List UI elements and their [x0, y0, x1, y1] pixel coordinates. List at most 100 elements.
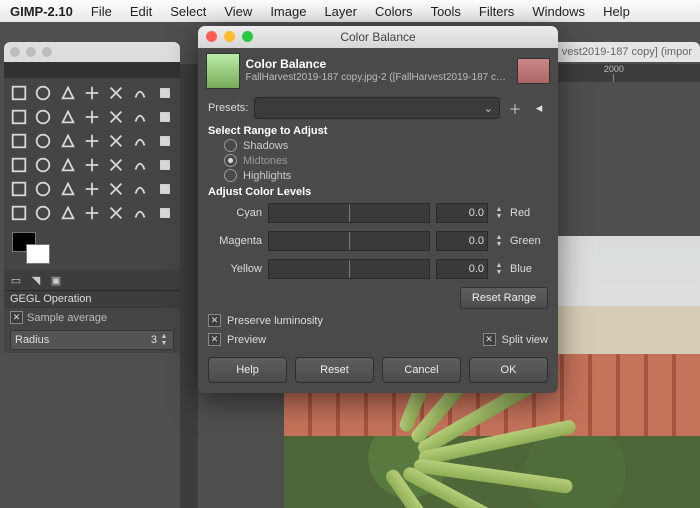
slider-yellow-left: Yellow [208, 263, 262, 275]
tool-rect-select[interactable] [8, 82, 30, 104]
menu-filters[interactable]: Filters [479, 4, 514, 19]
menu-colors[interactable]: Colors [375, 4, 413, 19]
tool-rotate[interactable] [81, 106, 103, 128]
menu-layer[interactable]: Layer [324, 4, 357, 19]
tool-heal[interactable] [32, 178, 54, 200]
tool-eraser[interactable] [81, 154, 103, 176]
tool-bucket-fill[interactable] [154, 130, 176, 152]
menu-help[interactable]: Help [603, 4, 630, 19]
slider-yellow-value[interactable]: 0.0 [436, 259, 488, 279]
tab-image-icon[interactable]: ▣ [48, 272, 64, 288]
tool-gradient[interactable] [8, 154, 30, 176]
tool-mypaint[interactable] [154, 154, 176, 176]
reset-range-button[interactable]: Reset Range [460, 287, 548, 309]
dialog-titlebar[interactable]: Color Balance [198, 26, 558, 48]
tool-flip[interactable] [57, 130, 79, 152]
tool-perspective-clone[interactable] [57, 178, 79, 200]
ok-button[interactable]: OK [469, 357, 548, 383]
tool-scissors[interactable] [129, 82, 151, 104]
tool-cage[interactable] [81, 130, 103, 152]
background-color[interactable] [26, 244, 50, 264]
tool-blur[interactable] [81, 178, 103, 200]
tool-ellipse-select[interactable] [32, 82, 54, 104]
chevron-down-icon: ⌄ [484, 102, 493, 115]
menu-select[interactable]: Select [170, 4, 206, 19]
slider-cyan-red[interactable] [268, 203, 430, 223]
tool-shear[interactable] [129, 106, 151, 128]
image-title-text: vest2019-187 copy] (impor [562, 46, 692, 58]
slider-cyan-spinner[interactable]: ▲▼ [494, 206, 504, 220]
tool-move[interactable] [32, 106, 54, 128]
radio-midtones[interactable] [224, 154, 237, 167]
tool-extra2[interactable] [105, 202, 127, 224]
tool-measure[interactable] [8, 202, 30, 224]
help-button[interactable]: Help [208, 357, 287, 383]
menu-file[interactable]: File [91, 4, 112, 19]
slider-yellow-spinner[interactable]: ▲▼ [494, 262, 504, 276]
tool-ink[interactable] [129, 154, 151, 176]
slider-yellow-blue[interactable] [268, 259, 430, 279]
image-window-title: vest2019-187 copy] (impor [554, 42, 700, 62]
presets-dropdown[interactable]: ⌄ [254, 97, 500, 119]
fg-bg-swatch[interactable] [4, 228, 180, 270]
dialog-header-title: Color Balance [246, 57, 511, 72]
slider-magenta-left: Magenta [208, 235, 262, 247]
menu-windows[interactable]: Windows [532, 4, 585, 19]
window-close-icon[interactable] [206, 31, 217, 42]
slider-cyan-value[interactable]: 0.0 [436, 203, 488, 223]
tool-unified-transform[interactable] [8, 130, 30, 152]
tool-foreground-select[interactable] [154, 82, 176, 104]
tab-tool-options-icon[interactable]: ▭ [8, 272, 24, 288]
tool-pencil[interactable] [32, 154, 54, 176]
tool-airbrush[interactable] [105, 154, 127, 176]
tool-extra3[interactable] [129, 202, 151, 224]
tool-dodge[interactable] [129, 178, 151, 200]
tool-text[interactable] [129, 130, 151, 152]
tool-extra1[interactable] [81, 202, 103, 224]
sample-average-checkbox[interactable]: ✕ [10, 311, 23, 324]
slider-magenta-spinner[interactable]: ▲▼ [494, 234, 504, 248]
toolbox-titlebar[interactable] [4, 42, 180, 62]
window-minimize-icon[interactable] [224, 31, 235, 42]
tool-paintbrush[interactable] [57, 154, 79, 176]
preview-checkbox[interactable]: ✕ [208, 333, 221, 346]
tool-free-select[interactable] [57, 82, 79, 104]
menu-edit[interactable]: Edit [130, 4, 152, 19]
dialog-icon [206, 53, 240, 89]
tool-clone[interactable] [8, 178, 30, 200]
menu-app[interactable]: GIMP-2.10 [10, 4, 73, 19]
radius-spinner[interactable]: ▲▼ [159, 333, 169, 347]
slider-magenta-value[interactable]: 0.0 [436, 231, 488, 251]
tool-color-picker[interactable] [154, 178, 176, 200]
window-zoom-icon[interactable] [242, 31, 253, 42]
split-view-checkbox[interactable]: ✕ [483, 333, 496, 346]
tool-fuzzy-select[interactable] [81, 82, 103, 104]
menu-image[interactable]: Image [270, 4, 306, 19]
reset-button[interactable]: Reset [295, 357, 374, 383]
tool-zoom[interactable] [32, 202, 54, 224]
radio-highlights[interactable] [224, 169, 237, 182]
tool-extra4[interactable] [154, 202, 176, 224]
tool-paths[interactable] [57, 202, 79, 224]
tool-scale[interactable] [105, 106, 127, 128]
preserve-luminosity-checkbox[interactable]: ✕ [208, 314, 221, 327]
radius-field[interactable]: Radius 3 ▲▼ [10, 330, 174, 350]
preset-add-icon[interactable]: ＋ [506, 99, 524, 117]
tool-smudge[interactable] [105, 178, 127, 200]
radio-shadows[interactable] [224, 139, 237, 152]
tool-crop[interactable] [8, 106, 30, 128]
preset-menu-icon[interactable]: ◂ [530, 99, 548, 117]
tool-handle-transform[interactable] [32, 130, 54, 152]
tool-by-color-select[interactable] [105, 82, 127, 104]
tab-device-icon[interactable]: ◥ [28, 272, 44, 288]
menu-view[interactable]: View [224, 4, 252, 19]
tool-warp[interactable] [105, 130, 127, 152]
menu-tools[interactable]: Tools [431, 4, 461, 19]
tool-perspective[interactable] [154, 106, 176, 128]
cancel-button[interactable]: Cancel [382, 357, 461, 383]
tool-align[interactable] [57, 106, 79, 128]
tool-options-title: GEGL Operation [4, 290, 180, 307]
slider-magenta-green[interactable] [268, 231, 430, 251]
radio-midtones-label: Midtones [243, 155, 288, 167]
mac-menubar: GIMP-2.10 File Edit Select View Image La… [0, 0, 700, 23]
